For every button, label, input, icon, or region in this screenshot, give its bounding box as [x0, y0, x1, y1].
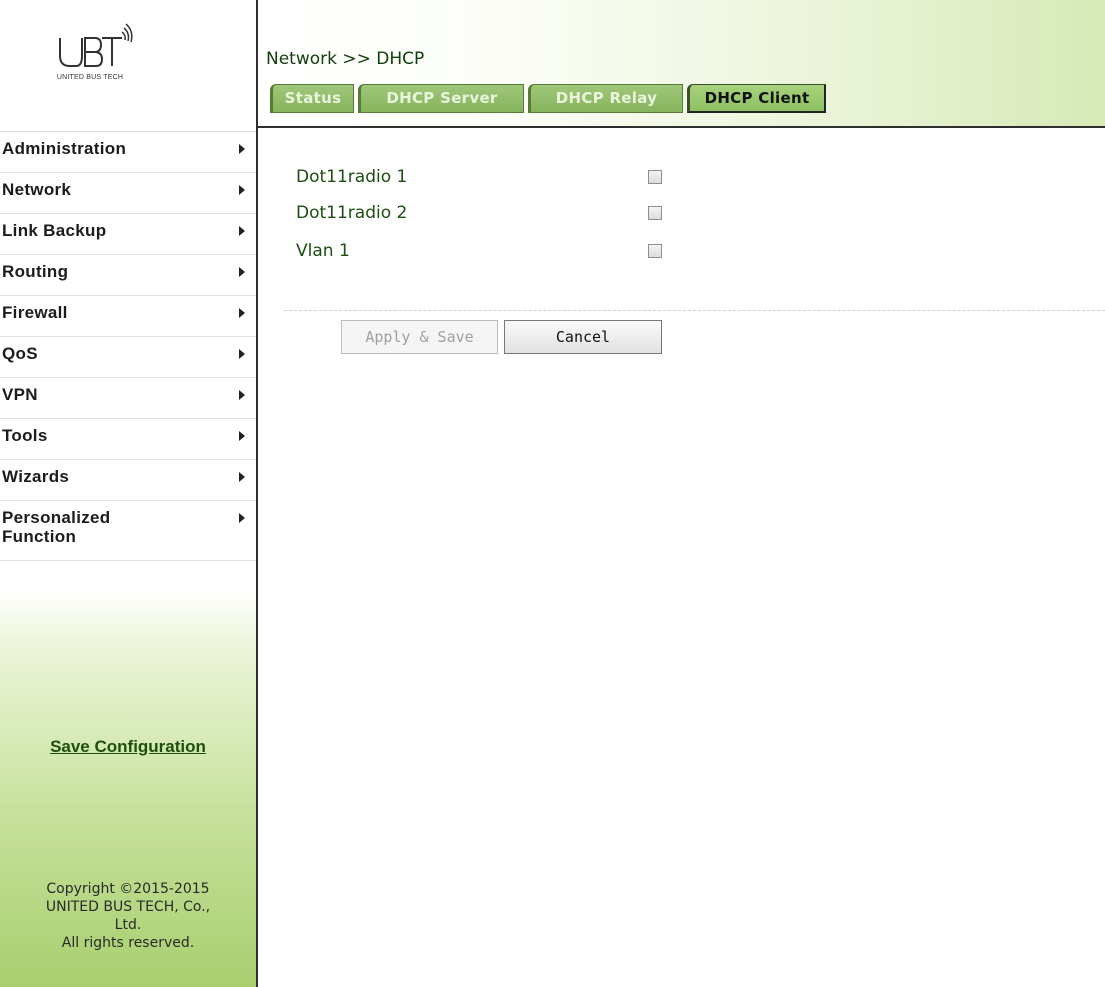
tab-dhcp-client[interactable]: DHCP Client: [687, 84, 826, 113]
cancel-button[interactable]: Cancel: [504, 320, 662, 354]
caret-right-icon: [239, 185, 245, 195]
caret-right-icon: [239, 513, 245, 523]
sidebar-item-wizards[interactable]: Wizards: [0, 460, 256, 501]
interface-row-dot11radio-1: Dot11radio 1: [296, 163, 716, 193]
caret-right-icon: [239, 431, 245, 441]
interface-row-vlan-1: Vlan 1: [296, 237, 716, 267]
sidebar-item-administration[interactable]: Administration: [0, 132, 256, 173]
breadcrumb-section[interactable]: Network: [266, 49, 337, 69]
sidebar-item-link-backup[interactable]: Link Backup: [0, 214, 256, 255]
sidebar-item-label: Administration: [2, 139, 127, 158]
interface-label: Vlan 1: [296, 241, 350, 261]
save-configuration-link[interactable]: Save Configuration: [0, 737, 256, 757]
vlan-1-checkbox[interactable]: [648, 244, 662, 258]
tab-dhcp-server[interactable]: DHCP Server: [358, 84, 524, 113]
interface-label: Dot11radio 2: [296, 203, 408, 223]
sidebar-item-personalized-function[interactable]: Personalized Function: [0, 501, 256, 561]
caret-right-icon: [239, 226, 245, 236]
sidebar-item-routing[interactable]: Routing: [0, 255, 256, 296]
ubt-logo: UNITED BUS TECH: [30, 22, 170, 92]
caret-right-icon: [239, 390, 245, 400]
sidebar: UNITED BUS TECH Administration Network L…: [0, 0, 258, 987]
page-header: Network >> DHCP Status DHCP Server DHCP …: [258, 0, 1105, 128]
caret-right-icon: [239, 267, 245, 277]
sidebar-item-label: Personalized Function: [2, 508, 111, 546]
sidebar-item-label: Tools: [2, 426, 48, 445]
sidebar-item-label: Link Backup: [2, 221, 107, 240]
caret-right-icon: [239, 472, 245, 482]
sidebar-item-tools[interactable]: Tools: [0, 419, 256, 460]
copyright-line: UNITED BUS TECH, Co.,: [45, 899, 211, 915]
form-divider: [284, 310, 1105, 311]
dot11radio-1-checkbox[interactable]: [648, 170, 662, 184]
copyright-line: Ltd.: [114, 917, 142, 933]
caret-right-icon: [239, 308, 245, 318]
dot11radio-2-checkbox[interactable]: [648, 206, 662, 220]
sidebar-item-label: QoS: [2, 344, 38, 363]
sidebar-item-label: Wizards: [2, 467, 70, 486]
sidebar-menu: Administration Network Link Backup Routi…: [0, 131, 256, 561]
sidebar-item-label: Firewall: [2, 303, 68, 322]
copyright-line: Copyright ©2015-2015: [46, 881, 210, 897]
main-content: Dot11radio 1 Dot11radio 2 Vlan 1 Apply &…: [258, 128, 1105, 987]
sidebar-item-qos[interactable]: QoS: [0, 337, 256, 378]
sidebar-item-label: Routing: [2, 262, 69, 281]
breadcrumb-page: DHCP: [376, 49, 425, 69]
sidebar-item-firewall[interactable]: Firewall: [0, 296, 256, 337]
sidebar-item-vpn[interactable]: VPN: [0, 378, 256, 419]
copyright-line: All rights reserved.: [61, 935, 195, 951]
sidebar-item-label: Network: [2, 180, 72, 199]
interface-row-dot11radio-2: Dot11radio 2: [296, 199, 716, 229]
logo-subtitle: UNITED BUS TECH: [56, 74, 124, 81]
tab-status[interactable]: Status: [270, 84, 354, 113]
sidebar-item-label: VPN: [2, 385, 38, 404]
copyright-notice: Copyright ©2015-2015 UNITED BUS TECH, Co…: [0, 880, 256, 952]
breadcrumb: Network >> DHCP: [266, 49, 424, 69]
breadcrumb-separator: >>: [342, 49, 371, 69]
interface-label: Dot11radio 1: [296, 167, 408, 187]
ubt-logo-mark: [59, 23, 133, 67]
tab-dhcp-relay[interactable]: DHCP Relay: [528, 84, 683, 113]
sidebar-item-network[interactable]: Network: [0, 173, 256, 214]
apply-save-button[interactable]: Apply & Save: [341, 320, 498, 354]
caret-right-icon: [239, 349, 245, 359]
caret-right-icon: [239, 144, 245, 154]
